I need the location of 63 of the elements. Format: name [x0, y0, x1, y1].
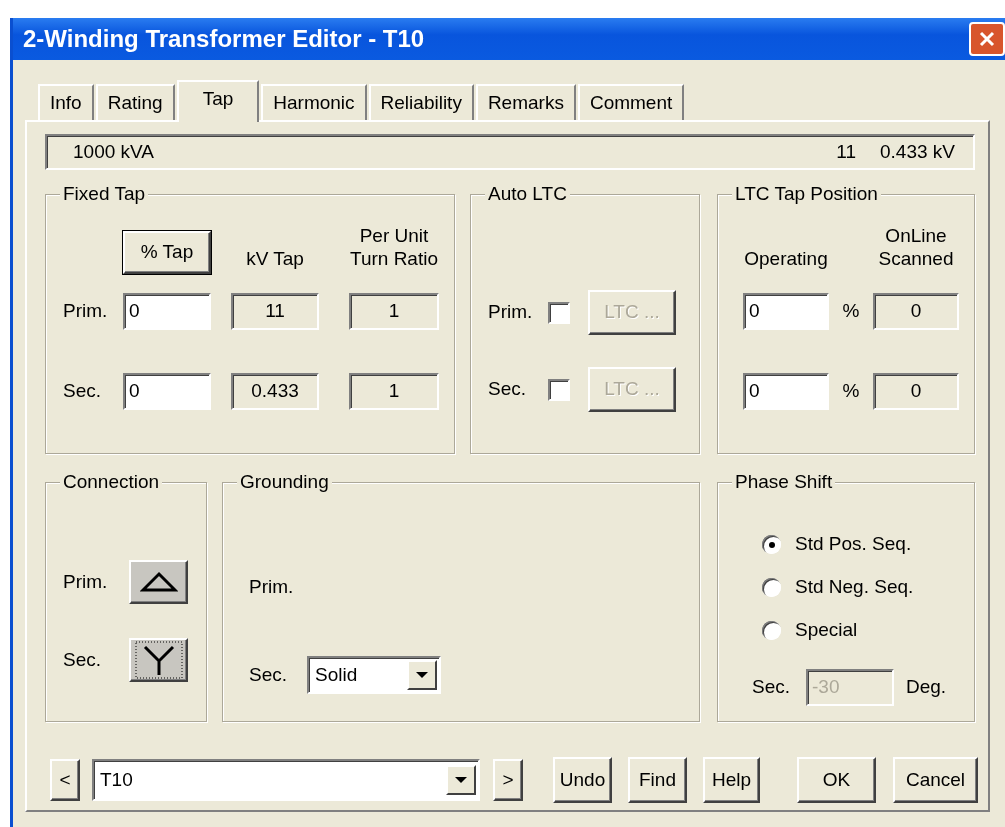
tab[interactable]: Harmonic — [261, 84, 367, 120]
tab[interactable]: Comment — [577, 84, 685, 120]
dialog-button[interactable]: Find — [628, 757, 687, 803]
column-header: OnLine Scanned — [877, 223, 955, 271]
dialog-button[interactable]: Cancel — [893, 757, 978, 803]
window-title: 2-Winding Transformer Editor - T10 — [23, 24, 425, 54]
radio-button[interactable] — [762, 535, 781, 554]
delta-icon — [139, 571, 178, 593]
close-button[interactable] — [969, 22, 1005, 56]
row-label: Sec. — [63, 380, 103, 403]
percent-tap-button[interactable]: % Tap — [123, 231, 211, 274]
turn-ratio-field: 1 — [349, 373, 439, 410]
dropdown-arrow-button[interactable] — [446, 765, 476, 795]
connection-button[interactable] — [129, 638, 188, 682]
tap-input[interactable]: 0 — [123, 373, 211, 410]
turn-ratio-field: 1 — [349, 293, 439, 330]
tab[interactable]: Remarks — [475, 84, 576, 120]
radio-button[interactable] — [762, 621, 781, 640]
option-label: Std Neg. Seq. — [795, 576, 914, 599]
dialog-button[interactable]: OK — [797, 757, 876, 803]
column-header: Operating — [743, 247, 829, 271]
rating-text: 1000 kVA — [73, 140, 154, 164]
operating-input[interactable]: 0 — [743, 293, 829, 330]
dropdown-arrow-button[interactable] — [407, 660, 437, 690]
row-label: Prim. — [63, 300, 109, 323]
grounding-dropdown[interactable]: Solid — [307, 656, 441, 694]
wye-icon — [134, 641, 183, 679]
primary-voltage-text: 11 — [836, 140, 856, 164]
row-label: Sec. — [752, 676, 792, 699]
scanned-field: 0 — [873, 293, 959, 330]
caret-icon — [416, 672, 428, 678]
option-label: Special — [795, 619, 858, 642]
element-dropdown[interactable]: T10 — [92, 759, 480, 801]
tap-input[interactable]: 0 — [123, 293, 211, 330]
operating-input[interactable]: 0 — [743, 373, 829, 410]
kv-tap-field: 11 — [231, 293, 319, 330]
row-label: Sec. — [63, 648, 103, 672]
kv-tap-field: 0.433 — [231, 373, 319, 410]
row-label: Prim. — [63, 570, 109, 594]
dialog-button[interactable]: Help — [703, 757, 760, 803]
secondary-voltage-text: 0.433 kV — [880, 140, 955, 164]
percent-sign: % — [841, 300, 861, 323]
tab[interactable]: Info — [38, 84, 94, 120]
percent-sign: % — [841, 380, 861, 403]
previous-button[interactable]: < — [50, 759, 80, 801]
tab[interactable]: Tap — [176, 80, 260, 122]
tab[interactable]: Reliability — [368, 84, 474, 120]
row-label: Sec. — [488, 378, 528, 401]
column-header: kV Tap — [245, 247, 305, 271]
row-label: Prim. — [249, 575, 295, 599]
option-label: Std Pos. Seq. — [795, 533, 912, 556]
unit-label: Deg. — [906, 676, 947, 699]
next-button[interactable]: > — [493, 759, 523, 801]
tab[interactable]: Rating — [95, 84, 175, 120]
connection-button[interactable] — [129, 560, 188, 604]
row-label: Sec. — [249, 663, 289, 687]
column-header: Per Unit Turn Ratio — [349, 223, 439, 271]
dialog-button[interactable]: Undo — [553, 757, 612, 803]
row-label: Prim. — [488, 301, 534, 324]
caret-icon — [455, 777, 467, 783]
radio-button[interactable] — [762, 578, 781, 597]
close-icon — [978, 30, 996, 48]
scanned-field: 0 — [873, 373, 959, 410]
